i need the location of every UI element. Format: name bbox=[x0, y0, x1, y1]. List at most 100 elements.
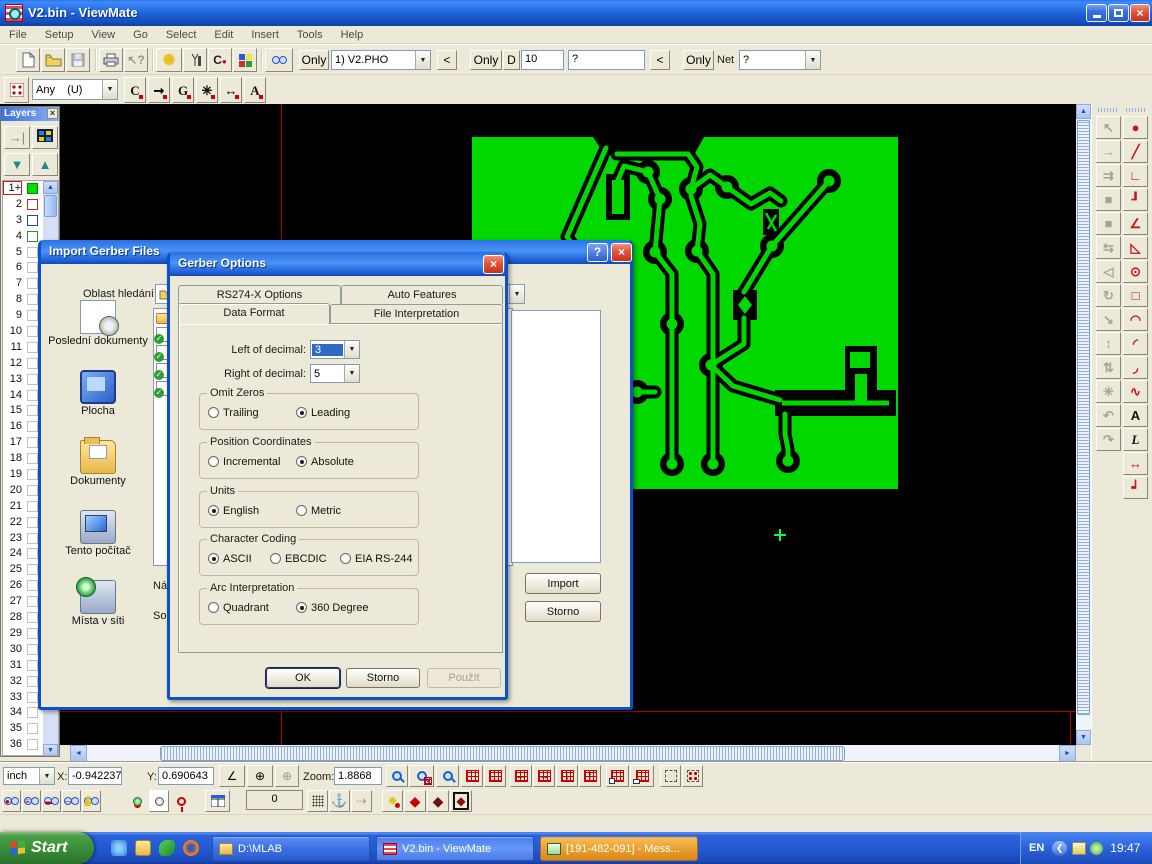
redo-tool[interactable]: ↷ bbox=[1096, 428, 1121, 451]
radio-leading[interactable]: Leading bbox=[296, 407, 350, 419]
layer-color-swatch[interactable] bbox=[27, 310, 38, 321]
radio-360-degree[interactable]: 360 Degree bbox=[296, 602, 369, 614]
chevron-down-icon[interactable]: ▼ bbox=[344, 365, 359, 382]
table-button[interactable] bbox=[205, 790, 230, 812]
selection-filter-combo[interactable]: Any (U) ▼ bbox=[32, 79, 118, 100]
corner-down-tool[interactable]: ┙ bbox=[1123, 476, 1148, 499]
layer-color-swatch[interactable] bbox=[27, 469, 38, 480]
layer-color-swatch[interactable] bbox=[27, 294, 38, 305]
arc-point-tool[interactable]: ◞ bbox=[1123, 356, 1148, 379]
mirror-tool[interactable]: ⇆ bbox=[1096, 236, 1121, 259]
task-dmlab[interactable]: D:\MLAB bbox=[212, 836, 370, 861]
layer-color-swatch[interactable] bbox=[27, 644, 38, 655]
maximize-button[interactable] bbox=[1108, 4, 1129, 22]
anchor-button[interactable]: ⚓ bbox=[329, 790, 350, 812]
open-file-button[interactable] bbox=[41, 48, 65, 72]
menu-item[interactable]: File bbox=[0, 27, 36, 43]
left-of-decimal-combo[interactable]: 3 ▼ bbox=[310, 340, 360, 359]
settings-gear-tool[interactable]: ✳ bbox=[1096, 380, 1121, 403]
chevron-down-icon[interactable]: ▼ bbox=[805, 51, 820, 69]
invert-mode-button[interactable]: ◆ bbox=[450, 790, 472, 812]
chevron-down-icon[interactable]: ▼ bbox=[509, 285, 524, 303]
dimension-tool[interactable]: ↔ bbox=[1123, 452, 1148, 475]
layer-setup-button[interactable] bbox=[32, 126, 58, 149]
rotate-tool[interactable]: ↻ bbox=[1096, 284, 1121, 307]
place-item[interactable]: Dokumenty bbox=[47, 440, 149, 506]
origin-button[interactable]: ⊕ bbox=[247, 765, 273, 787]
layer-color-swatch[interactable] bbox=[27, 707, 38, 718]
pan-down-button[interactable]: ↓ bbox=[556, 765, 578, 787]
layer-color-swatch[interactable] bbox=[27, 612, 38, 623]
layer-color-swatch[interactable] bbox=[27, 342, 38, 353]
import-button[interactable]: Import bbox=[525, 573, 601, 594]
layers-panel-titlebar[interactable]: Layers × bbox=[1, 107, 59, 121]
tab-rs274x-options[interactable]: RS274-X Options bbox=[178, 285, 341, 304]
flash-star-tool[interactable]: ✳ bbox=[196, 77, 218, 103]
radio-ebcdic[interactable]: EBCDIC bbox=[270, 553, 327, 565]
close-button[interactable]: × bbox=[1130, 4, 1150, 22]
transfer-arrow-tool[interactable]: ➞ bbox=[148, 77, 170, 103]
layer-color-swatch[interactable] bbox=[27, 660, 38, 671]
layer-color-swatch[interactable] bbox=[27, 421, 38, 432]
chevron-down-icon[interactable]: ▼ bbox=[344, 341, 359, 358]
snap-points-button[interactable]: ⇢ bbox=[351, 790, 372, 812]
save-button[interactable] bbox=[66, 48, 90, 72]
flip-tool[interactable]: ◁ bbox=[1096, 260, 1121, 283]
layer-color-swatch[interactable] bbox=[27, 723, 38, 734]
flash-mode-button[interactable]: ✸ bbox=[382, 790, 403, 812]
place-item[interactable]: Tento počítač bbox=[47, 510, 149, 576]
layer-color-swatch[interactable] bbox=[27, 564, 38, 575]
layer-color-swatch[interactable] bbox=[27, 215, 38, 226]
arc-line-tool[interactable]: ◠ bbox=[1123, 308, 1148, 331]
zoom-select-button[interactable] bbox=[436, 765, 459, 787]
select-area-button[interactable] bbox=[660, 765, 681, 787]
angle-tool[interactable]: ∠ bbox=[1123, 212, 1148, 235]
pan-up-button[interactable]: ↑ bbox=[579, 765, 601, 787]
close-icon[interactable]: × bbox=[47, 108, 58, 119]
measure-button[interactable] bbox=[183, 48, 207, 72]
layer-color-swatch[interactable] bbox=[27, 374, 38, 385]
square-aperture-tool[interactable]: ■ bbox=[1096, 188, 1121, 211]
cancel-button[interactable]: Storno bbox=[525, 601, 601, 622]
radio-english[interactable]: English bbox=[208, 505, 259, 517]
firefox-icon[interactable] bbox=[183, 840, 199, 856]
pan-right-button[interactable]: → bbox=[533, 765, 555, 787]
view-all-button[interactable]: ▙ bbox=[82, 790, 101, 812]
select-tool[interactable]: ↖ bbox=[1096, 116, 1121, 139]
rectangle-tool[interactable]: □ bbox=[1123, 284, 1148, 307]
move-layer-up-button[interactable]: ▲ bbox=[32, 153, 58, 176]
vertical-scroll-thumb[interactable] bbox=[1077, 120, 1090, 715]
pan-left-button[interactable]: ← bbox=[510, 765, 532, 787]
dark-pad-mode-button[interactable]: ◆ bbox=[427, 790, 449, 812]
grid-full-button[interactable] bbox=[484, 765, 506, 787]
view-outlines-button[interactable]: —● bbox=[62, 790, 81, 812]
polyline-tool[interactable]: ∟ bbox=[1123, 164, 1148, 187]
snap-button[interactable]: ⊕ bbox=[275, 765, 299, 787]
grid-dots-button[interactable] bbox=[307, 790, 328, 812]
layer-color-swatch[interactable] bbox=[27, 580, 38, 591]
zoom-tool-button[interactable] bbox=[386, 765, 408, 787]
layer-color-swatch[interactable] bbox=[27, 485, 38, 496]
dcode-display-button[interactable]: C● bbox=[208, 48, 232, 72]
only-layer-button[interactable]: Only bbox=[299, 50, 329, 70]
tray-notes-icon[interactable] bbox=[1072, 842, 1086, 855]
gerber-g-tool[interactable]: G bbox=[172, 77, 194, 103]
toolbar-grip[interactable] bbox=[1098, 108, 1118, 112]
horizontal-scroll-thumb[interactable] bbox=[160, 746, 845, 761]
line-tool[interactable]: ╱ bbox=[1123, 140, 1148, 163]
place-item[interactable]: Poslední dokumenty bbox=[47, 300, 149, 366]
scroll-up-icon[interactable]: ▲ bbox=[43, 181, 58, 194]
context-help-button[interactable]: ↖? bbox=[124, 48, 148, 72]
menu-item[interactable]: Go bbox=[124, 27, 157, 43]
clock[interactable]: 19:47 bbox=[1110, 841, 1140, 855]
scroll-left-icon[interactable]: ◄ bbox=[70, 745, 87, 762]
relative-angle-button[interactable]: ∠ bbox=[219, 765, 245, 787]
view-pads-button[interactable]: ●● bbox=[2, 790, 21, 812]
print-button[interactable] bbox=[99, 48, 123, 72]
close-icon[interactable]: × bbox=[483, 255, 504, 274]
dcode-filter-input[interactable]: ? bbox=[568, 50, 645, 70]
stretch-tool[interactable]: ↔ bbox=[220, 77, 242, 103]
highlight-on-button[interactable] bbox=[127, 790, 147, 812]
circle-tool[interactable]: ⊙ bbox=[1123, 260, 1148, 283]
tab-auto-features[interactable]: Auto Features bbox=[341, 285, 503, 304]
